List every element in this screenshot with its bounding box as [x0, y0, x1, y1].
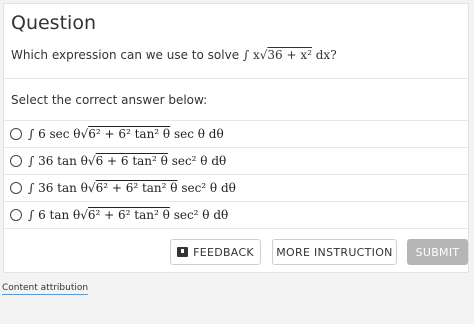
submit-button-label: SUBMIT	[415, 245, 460, 259]
option-prefix: ∫ 36 tan θ	[28, 153, 88, 168]
answer-option-2[interactable]: ∫ 36 tan θ√6 + 6 tan² θ sec² θ dθ	[3, 147, 469, 173]
option-expression: ∫ 36 tan θ√6² + 6² tan² θ sec² θ dθ	[28, 180, 236, 195]
option-prefix: ∫ 6 tan θ	[28, 207, 81, 222]
radio-button[interactable]	[10, 181, 22, 194]
option-suffix: sec θ dθ	[170, 126, 224, 141]
option-suffix: sec² θ dθ	[167, 153, 227, 168]
radio-button[interactable]	[10, 127, 22, 140]
option-prefix: ∫ 36 tan θ	[28, 180, 88, 195]
option-suffix: sec² θ dθ	[177, 180, 236, 195]
option-radicand: 6² + 6² tan² θ	[88, 126, 171, 141]
content-attribution-link[interactable]: Content attribution	[2, 283, 89, 295]
option-radicand: 6² + 6² tan² θ	[95, 180, 178, 195]
prompt-math-radicand: 36 + x²	[267, 48, 312, 62]
prompt-math: ∫ x√36 + x² dx?	[242, 48, 337, 62]
option-expression: ∫ 6 sec θ√6² + 6² tan² θ sec θ dθ	[28, 126, 224, 141]
answer-option-1[interactable]: ∫ 6 sec θ√6² + 6² tan² θ sec θ dθ	[3, 120, 469, 146]
radio-button[interactable]	[10, 208, 22, 221]
answer-option-3[interactable]: ∫ 36 tan θ√6² + 6² tan² θ sec² θ dθ	[3, 174, 469, 200]
answer-instruction: Select the correct answer below:	[11, 93, 208, 107]
question-header: Question	[11, 12, 96, 34]
question-prompt: Which expression can we use to solve ∫ x…	[11, 48, 337, 62]
option-radicand: 6 + 6 tan² θ	[95, 153, 168, 168]
more-instruction-button[interactable]: MORE INSTRUCTION	[272, 239, 397, 265]
submit-button[interactable]: SUBMIT	[407, 239, 468, 265]
prompt-text: Which expression can we use to solve	[11, 48, 240, 62]
option-radicand: 6² + 6² tan² θ	[87, 207, 170, 222]
answer-option-4[interactable]: ∫ 6 tan θ√6² + 6² tan² θ sec² θ dθ	[3, 201, 469, 227]
divider	[3, 228, 469, 229]
prompt-math-prefix: ∫ x	[242, 48, 260, 62]
radio-button[interactable]	[10, 154, 22, 167]
prompt-math-suffix: dx?	[311, 48, 337, 62]
option-expression: ∫ 6 tan θ√6² + 6² tan² θ sec² θ dθ	[28, 207, 229, 222]
feedback-icon	[177, 247, 189, 257]
more-instruction-label: MORE INSTRUCTION	[276, 245, 393, 259]
option-suffix: sec² θ dθ	[169, 207, 229, 222]
feedback-button[interactable]: FEEDBACK	[170, 239, 261, 265]
feedback-button-label: FEEDBACK	[193, 245, 254, 259]
option-expression: ∫ 36 tan θ√6 + 6 tan² θ sec² θ dθ	[28, 153, 227, 168]
divider	[3, 78, 469, 79]
option-prefix: ∫ 6 sec θ	[28, 126, 81, 141]
